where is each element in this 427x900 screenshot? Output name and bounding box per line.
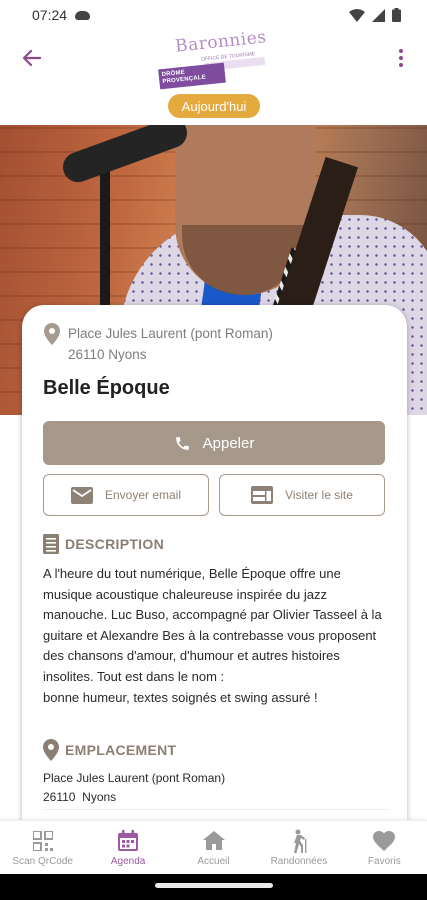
nav-agenda-label: Agenda [110, 855, 146, 867]
event-title: Belle Époque [43, 377, 170, 399]
today-badge[interactable]: Aujourd'hui [168, 94, 260, 118]
mail-icon [70, 486, 93, 504]
status-time: 07:24 [32, 7, 68, 23]
event-location: Place Jules Laurent (pont Roman) 26110 N… [43, 769, 225, 807]
heart-icon [373, 830, 396, 851]
location-pin-icon [43, 739, 59, 761]
event-address: Place Jules Laurent (pont Roman) 26110 N… [44, 323, 273, 365]
nav-favoris-label: Favoris [367, 855, 401, 867]
call-button-label: Appeler [202, 434, 255, 452]
overflow-menu-button[interactable] [391, 44, 411, 72]
brand-logo: Baronnies OFFICE DE TOURISME DRÔME PROVE… [155, 27, 273, 94]
description-heading-label: DESCRIPTION [65, 536, 164, 552]
dot-icon [399, 56, 403, 60]
call-button[interactable]: Appeler [43, 421, 385, 465]
nav-agenda[interactable]: Agenda [85, 821, 170, 874]
back-button[interactable] [18, 44, 46, 72]
nav-randonnees[interactable]: Randonnées [256, 821, 341, 874]
hiker-icon [293, 829, 307, 853]
bottom-navigation: Scan QrCode Agenda Accueil Randonnées Fa… [0, 820, 427, 874]
email-button-label: Envoyer email [104, 488, 182, 502]
website-button[interactable]: Visiter le site [219, 474, 385, 516]
event-description: A l'heure du tout numérique, Belle Époqu… [43, 566, 382, 705]
description-heading: DESCRIPTION [43, 534, 164, 554]
nav-randonnees-label: Randonnées [270, 855, 328, 867]
divider [43, 809, 388, 810]
signal-icon [372, 8, 385, 22]
status-bar: 07:24 [0, 0, 427, 30]
logo-band: DRÔME PROVENÇALE [158, 62, 226, 90]
qrcode-icon [32, 830, 53, 851]
website-button-label: Visiter le site [285, 488, 353, 502]
document-icon [43, 534, 59, 554]
phone-icon [175, 436, 189, 450]
address-line2: 26110 Nyons [68, 347, 147, 362]
location-pin-icon [44, 323, 60, 345]
nav-accueil-label: Accueil [197, 855, 230, 867]
calendar-icon [118, 830, 139, 851]
location-line1: Place Jules Laurent (pont Roman) [43, 771, 226, 785]
location-line2: 26110 Nyons [43, 790, 117, 804]
app-header: Baronnies OFFICE DE TOURISME DRÔME PROVE… [0, 27, 427, 125]
address-line1: Place Jules Laurent (pont Roman) [68, 326, 273, 341]
nav-accueil[interactable]: Accueil [171, 821, 256, 874]
email-button[interactable]: Envoyer email [43, 474, 209, 516]
nav-favoris[interactable]: Favoris [342, 821, 427, 874]
wifi-icon [349, 8, 365, 22]
dot-icon [399, 49, 403, 53]
nav-scan-qrcode[interactable]: Scan QrCode [0, 821, 85, 874]
system-navigation-bar [0, 874, 427, 900]
home-gesture-handle[interactable] [155, 883, 273, 888]
home-icon [202, 831, 225, 850]
battery-icon [392, 8, 401, 22]
web-icon [251, 486, 274, 504]
dot-icon [399, 63, 403, 67]
location-heading-label: EMPLACEMENT [65, 742, 177, 758]
nav-scan-qrcode-label: Scan QrCode [12, 855, 73, 867]
status-icons [349, 8, 401, 22]
arrow-back-icon [22, 49, 42, 67]
location-heading: EMPLACEMENT [43, 739, 176, 761]
cloud-icon [75, 10, 91, 20]
event-card: Place Jules Laurent (pont Roman) 26110 N… [22, 305, 407, 865]
